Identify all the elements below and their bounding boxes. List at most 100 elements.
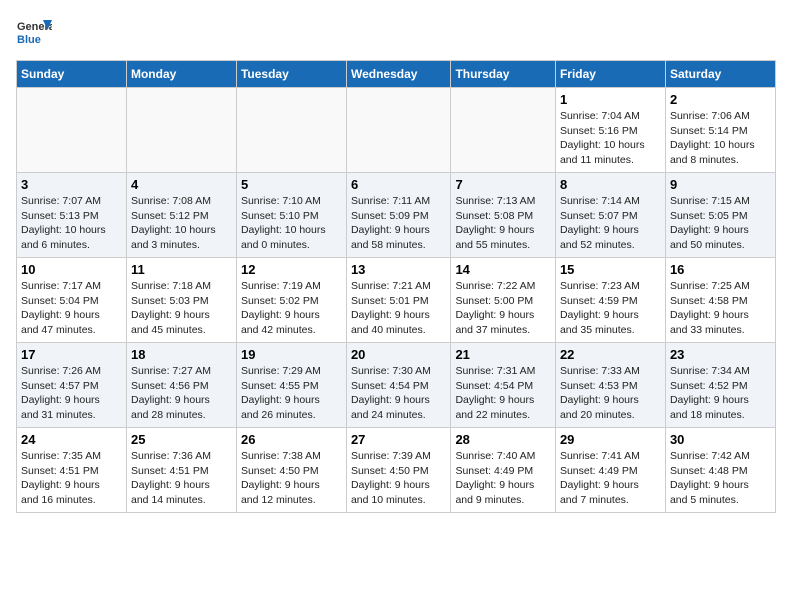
day-info: Sunrise: 7:23 AMSunset: 4:59 PMDaylight:… xyxy=(560,279,661,338)
calendar-week-row: 17 Sunrise: 7:26 AMSunset: 4:57 PMDayligh… xyxy=(17,343,776,428)
day-number: 17 xyxy=(21,347,122,362)
weekday-header: Wednesday xyxy=(346,61,451,88)
calendar-cell: 1Sunrise: 7:04 AMSunset: 5:16 PMDaylight… xyxy=(555,88,665,173)
calendar-cell: 29 Sunrise: 7:41 AMSunset: 4:49 PMDayligh… xyxy=(555,428,665,513)
page-header: General Blue xyxy=(16,16,776,52)
logo-svg: General Blue xyxy=(16,16,52,52)
calendar-table: SundayMondayTuesdayWednesdayThursdayFrid… xyxy=(16,60,776,513)
calendar-cell xyxy=(451,88,556,173)
day-info: Sunrise: 7:34 AMSunset: 4:52 PMDaylight:… xyxy=(670,364,771,423)
calendar-cell: 27 Sunrise: 7:39 AMSunset: 4:50 PMDayligh… xyxy=(346,428,451,513)
calendar-week-row: 1Sunrise: 7:04 AMSunset: 5:16 PMDaylight… xyxy=(17,88,776,173)
calendar-cell: 13 Sunrise: 7:21 AMSunset: 5:01 PMDayligh… xyxy=(346,258,451,343)
day-info: Sunrise: 7:27 AMSunset: 4:56 PMDaylight:… xyxy=(131,364,232,423)
calendar-cell: 4Sunrise: 7:08 AMSunset: 5:12 PMDaylight… xyxy=(126,173,236,258)
calendar-week-row: 24 Sunrise: 7:35 AMSunset: 4:51 PMDayligh… xyxy=(17,428,776,513)
day-info: Sunrise: 7:38 AMSunset: 4:50 PMDaylight:… xyxy=(241,449,342,508)
day-number: 16 xyxy=(670,262,771,277)
calendar-cell: 25 Sunrise: 7:36 AMSunset: 4:51 PMDayligh… xyxy=(126,428,236,513)
day-info: Sunrise: 7:39 AMSunset: 4:50 PMDaylight:… xyxy=(351,449,447,508)
day-info: Sunrise: 7:13 AMSunset: 5:08 PMDaylight:… xyxy=(455,194,551,253)
logo: General Blue xyxy=(16,16,52,52)
day-info: Sunrise: 7:15 AMSunset: 5:05 PMDaylight:… xyxy=(670,194,771,253)
calendar-cell: 3 Sunrise: 7:07 AMSunset: 5:13 PMDaylight… xyxy=(17,173,127,258)
calendar-cell: 11 Sunrise: 7:18 AMSunset: 5:03 PMDayligh… xyxy=(126,258,236,343)
day-number: 29 xyxy=(560,432,661,447)
day-info: Sunrise: 7:26 AMSunset: 4:57 PMDaylight:… xyxy=(21,364,122,423)
calendar-week-row: 3 Sunrise: 7:07 AMSunset: 5:13 PMDaylight… xyxy=(17,173,776,258)
day-info: Sunrise: 7:36 AMSunset: 4:51 PMDaylight:… xyxy=(131,449,232,508)
day-info: Sunrise: 7:17 AMSunset: 5:04 PMDaylight:… xyxy=(21,279,122,338)
day-number: 3 xyxy=(21,177,122,192)
day-info: Sunrise: 7:18 AMSunset: 5:03 PMDaylight:… xyxy=(131,279,232,338)
day-number: 19 xyxy=(241,347,342,362)
calendar-cell: 9 Sunrise: 7:15 AMSunset: 5:05 PMDaylight… xyxy=(665,173,775,258)
calendar-cell: 18 Sunrise: 7:27 AMSunset: 4:56 PMDayligh… xyxy=(126,343,236,428)
calendar-cell: 15 Sunrise: 7:23 AMSunset: 4:59 PMDayligh… xyxy=(555,258,665,343)
calendar-cell: 24 Sunrise: 7:35 AMSunset: 4:51 PMDayligh… xyxy=(17,428,127,513)
weekday-header: Monday xyxy=(126,61,236,88)
day-number: 20 xyxy=(351,347,447,362)
day-number: 28 xyxy=(455,432,551,447)
calendar-cell: 14Sunrise: 7:22 AMSunset: 5:00 PMDayligh… xyxy=(451,258,556,343)
day-number: 2 xyxy=(670,92,771,107)
calendar-cell xyxy=(126,88,236,173)
day-info: Sunrise: 7:29 AMSunset: 4:55 PMDaylight:… xyxy=(241,364,342,423)
day-info: Sunrise: 7:08 AMSunset: 5:12 PMDaylight:… xyxy=(131,194,232,253)
calendar-cell: 12Sunrise: 7:19 AMSunset: 5:02 PMDayligh… xyxy=(236,258,346,343)
day-number: 11 xyxy=(131,262,232,277)
weekday-header: Tuesday xyxy=(236,61,346,88)
calendar-cell: 7 Sunrise: 7:13 AMSunset: 5:08 PMDaylight… xyxy=(451,173,556,258)
day-number: 13 xyxy=(351,262,447,277)
day-number: 6 xyxy=(351,177,447,192)
weekday-header: Friday xyxy=(555,61,665,88)
calendar-cell: 8 Sunrise: 7:14 AMSunset: 5:07 PMDaylight… xyxy=(555,173,665,258)
day-info: Sunrise: 7:14 AMSunset: 5:07 PMDaylight:… xyxy=(560,194,661,253)
calendar-cell: 21 Sunrise: 7:31 AMSunset: 4:54 PMDayligh… xyxy=(451,343,556,428)
day-info: Sunrise: 7:10 AMSunset: 5:10 PMDaylight:… xyxy=(241,194,342,253)
calendar-cell: 16 Sunrise: 7:25 AMSunset: 4:58 PMDayligh… xyxy=(665,258,775,343)
day-number: 5 xyxy=(241,177,342,192)
day-info: Sunrise: 7:40 AMSunset: 4:49 PMDaylight:… xyxy=(455,449,551,508)
day-number: 10 xyxy=(21,262,122,277)
day-info: Sunrise: 7:41 AMSunset: 4:49 PMDaylight:… xyxy=(560,449,661,508)
calendar-cell: 23Sunrise: 7:34 AMSunset: 4:52 PMDayligh… xyxy=(665,343,775,428)
day-number: 25 xyxy=(131,432,232,447)
calendar-cell: 6Sunrise: 7:11 AMSunset: 5:09 PMDaylight… xyxy=(346,173,451,258)
day-number: 18 xyxy=(131,347,232,362)
day-number: 15 xyxy=(560,262,661,277)
day-info: Sunrise: 7:35 AMSunset: 4:51 PMDaylight:… xyxy=(21,449,122,508)
day-info: Sunrise: 7:21 AMSunset: 5:01 PMDaylight:… xyxy=(351,279,447,338)
day-number: 8 xyxy=(560,177,661,192)
day-number: 21 xyxy=(455,347,551,362)
weekday-header: Thursday xyxy=(451,61,556,88)
calendar-cell: 30Sunrise: 7:42 AMSunset: 4:48 PMDayligh… xyxy=(665,428,775,513)
calendar-cell: 5 Sunrise: 7:10 AMSunset: 5:10 PMDaylight… xyxy=(236,173,346,258)
calendar-cell xyxy=(17,88,127,173)
calendar-cell: 17 Sunrise: 7:26 AMSunset: 4:57 PMDayligh… xyxy=(17,343,127,428)
calendar-cell xyxy=(346,88,451,173)
day-info: Sunrise: 7:07 AMSunset: 5:13 PMDaylight:… xyxy=(21,194,122,253)
calendar-cell xyxy=(236,88,346,173)
day-info: Sunrise: 7:33 AMSunset: 4:53 PMDaylight:… xyxy=(560,364,661,423)
day-number: 24 xyxy=(21,432,122,447)
day-number: 9 xyxy=(670,177,771,192)
day-number: 12 xyxy=(241,262,342,277)
calendar-cell: 2 Sunrise: 7:06 AMSunset: 5:14 PMDaylight… xyxy=(665,88,775,173)
day-info: Sunrise: 7:31 AMSunset: 4:54 PMDaylight:… xyxy=(455,364,551,423)
day-info: Sunrise: 7:42 AMSunset: 4:48 PMDaylight:… xyxy=(670,449,771,508)
calendar-cell: 22Sunrise: 7:33 AMSunset: 4:53 PMDayligh… xyxy=(555,343,665,428)
calendar-cell: 10 Sunrise: 7:17 AMSunset: 5:04 PMDayligh… xyxy=(17,258,127,343)
day-number: 27 xyxy=(351,432,447,447)
calendar-header-row: SundayMondayTuesdayWednesdayThursdayFrid… xyxy=(17,61,776,88)
day-info: Sunrise: 7:30 AMSunset: 4:54 PMDaylight:… xyxy=(351,364,447,423)
day-number: 1 xyxy=(560,92,661,107)
day-info: Sunrise: 7:25 AMSunset: 4:58 PMDaylight:… xyxy=(670,279,771,338)
svg-text:Blue: Blue xyxy=(17,34,41,46)
calendar-cell: 20 Sunrise: 7:30 AMSunset: 4:54 PMDayligh… xyxy=(346,343,451,428)
day-number: 14 xyxy=(455,262,551,277)
calendar-cell: 26Sunrise: 7:38 AMSunset: 4:50 PMDayligh… xyxy=(236,428,346,513)
day-info: Sunrise: 7:06 AMSunset: 5:14 PMDaylight:… xyxy=(670,109,771,168)
day-number: 7 xyxy=(455,177,551,192)
calendar-cell: 19 Sunrise: 7:29 AMSunset: 4:55 PMDayligh… xyxy=(236,343,346,428)
